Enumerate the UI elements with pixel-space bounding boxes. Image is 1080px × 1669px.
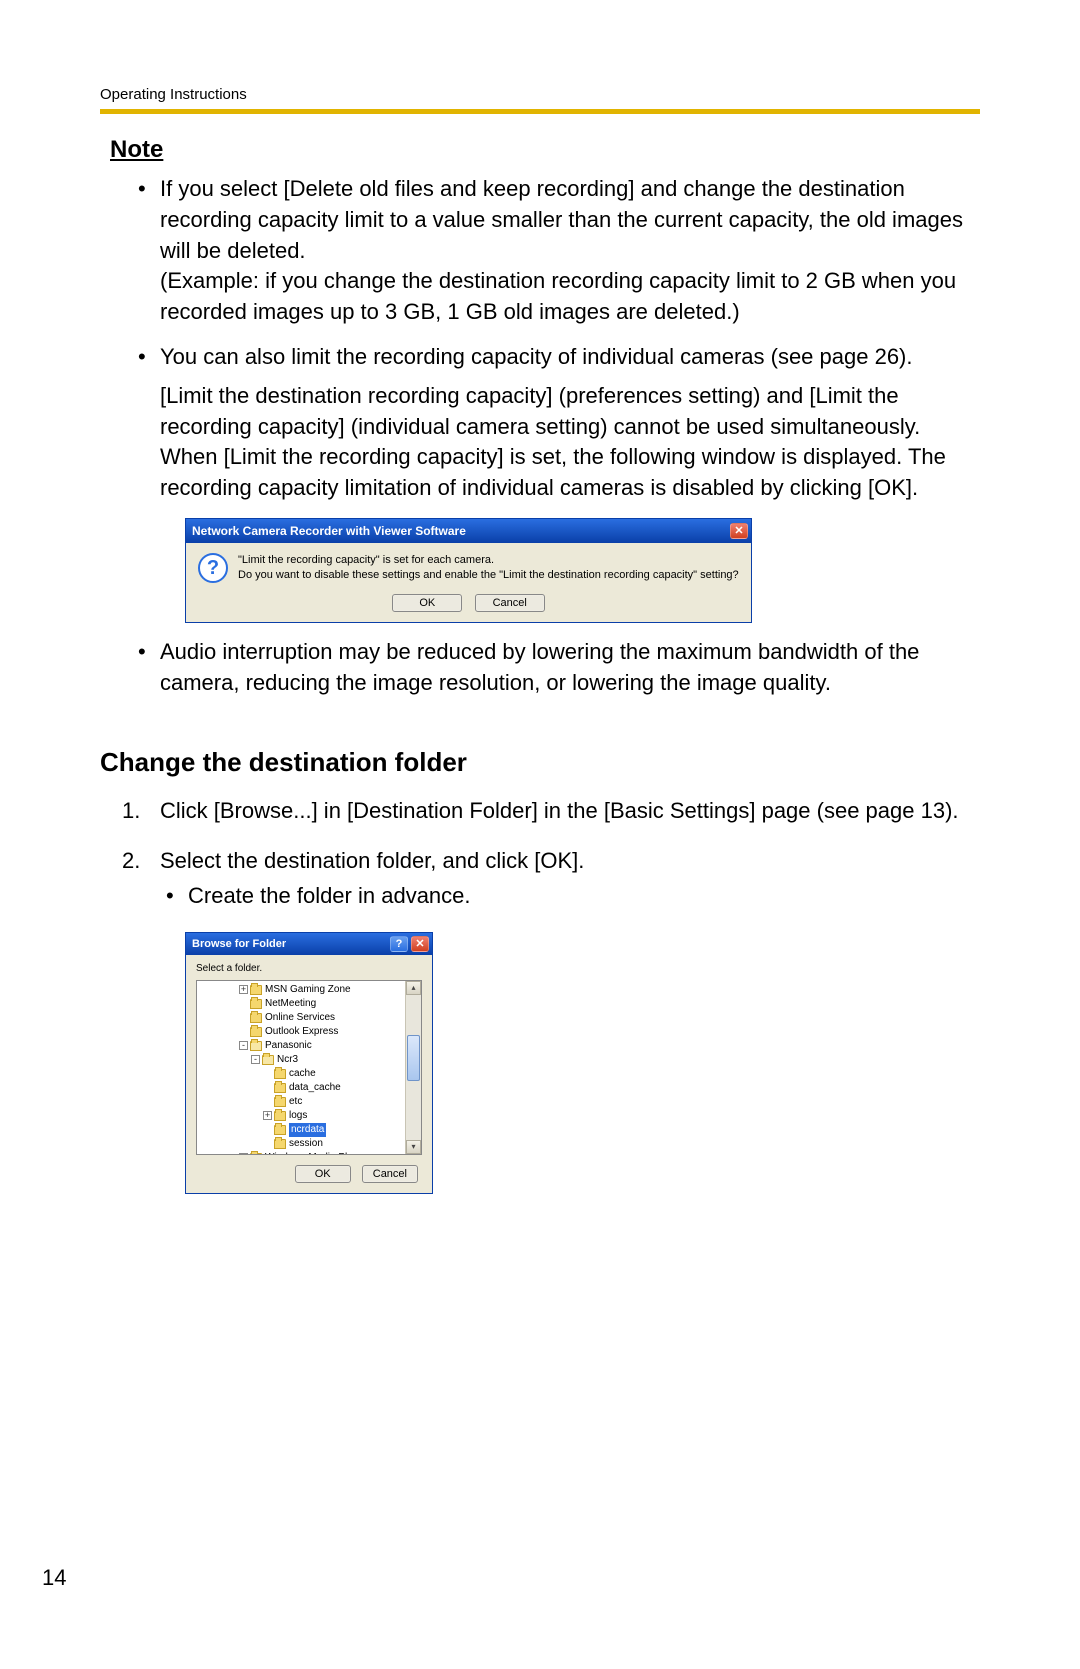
tree-item-label: Ncr3 <box>277 1053 298 1067</box>
note-item: Audio interruption may be reduced by low… <box>160 637 980 699</box>
expand-icon[interactable]: + <box>239 1153 248 1154</box>
collapse-icon[interactable]: - <box>239 1041 248 1050</box>
page-number: 14 <box>42 1565 66 1591</box>
folder-icon <box>274 1111 286 1121</box>
tree-item-label: etc <box>289 1095 302 1109</box>
tree-item-label: session <box>289 1137 323 1151</box>
tree-item-label: NetMeeting <box>265 997 316 1011</box>
tree-item-label: Outlook Express <box>265 1025 338 1039</box>
step-subitem: Create the folder in advance. <box>160 881 980 912</box>
scrollbar[interactable]: ▴ ▾ <box>405 981 421 1154</box>
tree-item-label: MSN Gaming Zone <box>265 983 351 997</box>
dialog-titlebar: Browse for Folder ? ✕ <box>186 933 432 955</box>
note-text: [Limit the destination recording capacit… <box>160 381 980 443</box>
browse-folder-dialog: Browse for Folder ? ✕ Select a folder. +… <box>185 932 433 1194</box>
ok-button[interactable]: OK <box>392 594 462 612</box>
step-item: Select the destination folder, and click… <box>160 846 980 912</box>
note-item: You can also limit the recording capacit… <box>160 342 980 504</box>
help-icon[interactable]: ? <box>390 936 408 952</box>
step-text: Select the destination folder, and click… <box>160 848 584 873</box>
step-text: Click [Browse...] in [Destination Folder… <box>160 798 959 823</box>
scroll-track[interactable] <box>406 995 421 1140</box>
tree-item[interactable]: Online Services <box>203 1011 405 1025</box>
folder-icon <box>274 1069 286 1079</box>
note-text: (Example: if you change the destination … <box>160 268 956 324</box>
note-list: If you select [Delete old files and keep… <box>160 174 980 504</box>
folder-icon <box>250 985 262 995</box>
tree-item-label: data_cache <box>289 1081 341 1095</box>
ok-button[interactable]: OK <box>295 1165 351 1183</box>
tree-item-label: cache <box>289 1067 316 1081</box>
tree-item[interactable]: cache <box>203 1067 405 1081</box>
tree-item-label: logs <box>289 1109 307 1123</box>
dialog-prompt: Select a folder. <box>186 955 432 980</box>
confirm-dialog: Network Camera Recorder with Viewer Soft… <box>185 518 752 623</box>
tree-item[interactable]: - Ncr3 <box>203 1053 405 1067</box>
scroll-down-icon[interactable]: ▾ <box>406 1140 421 1154</box>
dialog-message: "Limit the recording capacity" is set fo… <box>238 553 739 583</box>
running-header: Operating Instructions <box>100 86 980 103</box>
tree-item-label: ncrdata <box>289 1123 326 1137</box>
question-icon: ? <box>198 553 228 583</box>
folder-icon <box>274 1097 286 1107</box>
tree-item-label: Windows Media Player <box>265 1151 367 1154</box>
dialog-title: Network Camera Recorder with Viewer Soft… <box>192 524 466 538</box>
scroll-thumb[interactable] <box>407 1035 420 1081</box>
dialog-message-line: "Limit the recording capacity" is set fo… <box>238 553 739 568</box>
tree-item[interactable]: - Panasonic <box>203 1039 405 1053</box>
tree-item[interactable]: Outlook Express <box>203 1025 405 1039</box>
expand-icon[interactable]: + <box>263 1111 272 1120</box>
note-heading: Note <box>110 136 980 164</box>
folder-icon <box>250 1153 262 1154</box>
dialog-message-line: Do you want to disable these settings an… <box>238 568 739 583</box>
tree-item[interactable]: data_cache <box>203 1081 405 1095</box>
expand-icon[interactable]: + <box>239 985 248 994</box>
tree-item[interactable]: ncrdata <box>203 1123 405 1137</box>
dialog-titlebar: Network Camera Recorder with Viewer Soft… <box>186 519 751 543</box>
note-text: If you select [Delete old files and keep… <box>160 176 963 263</box>
scroll-up-icon[interactable]: ▴ <box>406 981 421 995</box>
close-icon[interactable]: ✕ <box>411 936 429 952</box>
steps-list: Click [Browse...] in [Destination Folder… <box>160 796 980 912</box>
tree-item[interactable]: + Windows Media Player <box>203 1151 405 1154</box>
folder-icon <box>274 1139 286 1149</box>
folder-icon <box>274 1125 286 1135</box>
tree-item[interactable]: session <box>203 1137 405 1151</box>
header-rule <box>100 109 980 114</box>
tree-item-label: Online Services <box>265 1011 335 1025</box>
folder-icon <box>250 999 262 1009</box>
note-text: Audio interruption may be reduced by low… <box>160 639 919 695</box>
section-heading: Change the destination folder <box>100 747 980 778</box>
dialog-title: Browse for Folder <box>192 938 286 950</box>
note-list-continued: Audio interruption may be reduced by low… <box>160 637 980 699</box>
close-icon[interactable]: ✕ <box>730 523 748 539</box>
note-item: If you select [Delete old files and keep… <box>160 174 980 328</box>
cancel-button[interactable]: Cancel <box>475 594 545 612</box>
tree-item[interactable]: + logs <box>203 1109 405 1123</box>
folder-icon <box>274 1083 286 1093</box>
cancel-button[interactable]: Cancel <box>362 1165 418 1183</box>
tree-item[interactable]: + MSN Gaming Zone <box>203 983 405 997</box>
tree-item[interactable]: NetMeeting <box>203 997 405 1011</box>
folder-tree-container: + MSN Gaming ZoneNetMeetingOnline Service… <box>196 980 422 1155</box>
note-text: You can also limit the recording capacit… <box>160 342 980 373</box>
collapse-icon[interactable]: - <box>251 1055 260 1064</box>
tree-item-label: Panasonic <box>265 1039 312 1053</box>
step-item: Click [Browse...] in [Destination Folder… <box>160 796 980 827</box>
folder-icon <box>262 1055 274 1065</box>
tree-item[interactable]: etc <box>203 1095 405 1109</box>
folder-icon <box>250 1027 262 1037</box>
note-text: When [Limit the recording capacity] is s… <box>160 442 980 504</box>
folder-icon <box>250 1041 262 1051</box>
folder-icon <box>250 1013 262 1023</box>
folder-tree[interactable]: + MSN Gaming ZoneNetMeetingOnline Service… <box>197 981 405 1154</box>
